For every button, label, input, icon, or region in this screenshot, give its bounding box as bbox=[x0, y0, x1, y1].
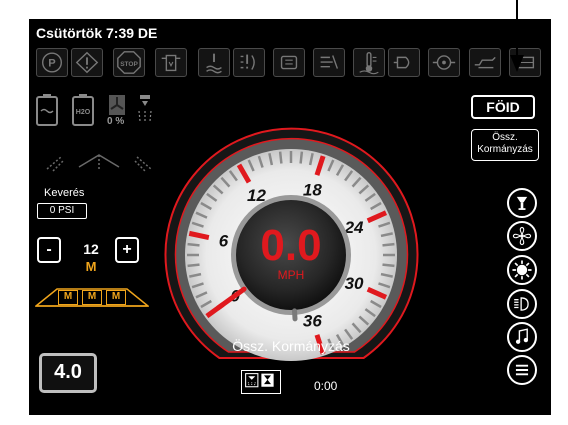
headlight-icon[interactable] bbox=[507, 289, 537, 319]
music-icon[interactable] bbox=[507, 322, 537, 352]
total-steer-button[interactable]: Össz. Kormányzás bbox=[471, 129, 539, 161]
total-steer-label: Össz. Kormányzás bbox=[232, 338, 350, 354]
pointer-arrow bbox=[510, 0, 524, 72]
total-steer-button-line2: Kormányzás bbox=[477, 144, 533, 155]
tick-label: 6 bbox=[219, 232, 229, 251]
tick-label: 30 bbox=[345, 274, 364, 293]
spray-valve-icon[interactable] bbox=[507, 188, 537, 218]
fan-icon[interactable] bbox=[507, 221, 537, 251]
speed-unit: MPH bbox=[278, 268, 305, 282]
tick-label: 36 bbox=[303, 312, 322, 331]
minor-tick bbox=[278, 151, 283, 164]
tick-label: 18 bbox=[303, 180, 322, 199]
ground-button[interactable]: FÖID bbox=[471, 95, 535, 119]
spray-timer-icon[interactable] bbox=[241, 370, 281, 394]
speed-needle-tail bbox=[292, 308, 298, 322]
timer-value: 0:00 bbox=[314, 379, 338, 393]
minor-tick bbox=[187, 263, 200, 268]
work-light-icon[interactable] bbox=[507, 255, 537, 285]
display-screen: Csütörtök 7:39 DE P STOP H2O 0 % Keverés… bbox=[29, 19, 551, 415]
total-steer-button-line1: Össz. bbox=[492, 132, 518, 143]
minor-tick bbox=[382, 263, 395, 268]
minor-tick bbox=[382, 242, 395, 247]
speed-value: 0.0 bbox=[260, 221, 321, 270]
menu-icon[interactable] bbox=[507, 355, 537, 385]
minor-tick bbox=[187, 242, 200, 247]
minor-tick bbox=[299, 151, 304, 164]
